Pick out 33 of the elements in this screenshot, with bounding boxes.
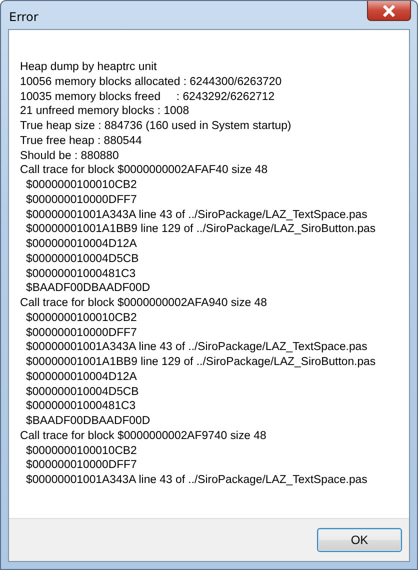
message-line: $00000001001A343A line 43 of ../SiroPackage/LAZ_TextSpace.pas <box>25 340 368 355</box>
window-title: Error <box>8 9 38 24</box>
message-line: $000000010004D5CB <box>25 252 140 266</box>
message-line: $000000010004D5CB <box>25 384 140 400</box>
message-line: $BAADF00DBAADF00D <box>25 281 152 296</box>
message-line: 10035 memory blocks freed : 6243292/6262712 <box>20 90 276 104</box>
message-line: $000000010000DFF7 <box>25 326 138 340</box>
message-line: $00000001000481C3 <box>25 266 137 282</box>
message-line: $0000000100010CB2 <box>25 178 138 193</box>
message-line: $BAADF00DBAADF00D <box>25 414 152 429</box>
message-line: $0000000100010CB2 <box>25 444 138 458</box>
message-line: $0000000100010CB2 <box>25 310 138 326</box>
message-line: $00000001001A343A line 43 of ../SiroPackage/LAZ_TextSpace.pas <box>25 208 368 222</box>
ok-button[interactable]: OK <box>317 528 402 552</box>
message-line: 21 unfreed memory blocks : 1008 <box>20 104 190 119</box>
message-line: $000000010000DFF7 <box>25 192 138 208</box>
message-line: True heap size : 884736 (160 used in System startup) <box>20 119 292 134</box>
message-line: Call trace for block $0000000002AF9740 size 48 <box>20 428 268 444</box>
message-line: $00000001001A1BB9 line 129 of ../SiroPackage/LAZ_SiroButton.pas <box>25 222 377 237</box>
message-line: $00000001001A343A line 43 of ../SiroPackage/LAZ_TextSpace.pas <box>25 473 368 488</box>
message-line: Call trace for block $0000000002AFA940 size 48 <box>20 296 268 311</box>
message-line: $00000001001A1BB9 line 129 of ../SiroPackage/LAZ_SiroButton.pas <box>25 355 377 370</box>
message-line: $000000010004D12A <box>25 237 138 252</box>
message-line: True free heap : 880544 <box>20 134 143 148</box>
message-line: Heap dump by heaptrc unit <box>20 60 158 75</box>
message-line: Should be : 880880 <box>20 148 120 164</box>
message-line: Call trace for block $0000000002AFAF40 size 48 <box>20 163 269 178</box>
close-button[interactable] <box>367 1 411 21</box>
close-icon <box>382 4 396 16</box>
message-line: $000000010000DFF7 <box>25 458 138 473</box>
message-line: $00000001000481C3 <box>25 399 137 414</box>
message-line: 10056 memory blocks allocated : 6244300/6263720 <box>20 74 283 90</box>
message-line: $000000010004D12A <box>25 370 138 384</box>
